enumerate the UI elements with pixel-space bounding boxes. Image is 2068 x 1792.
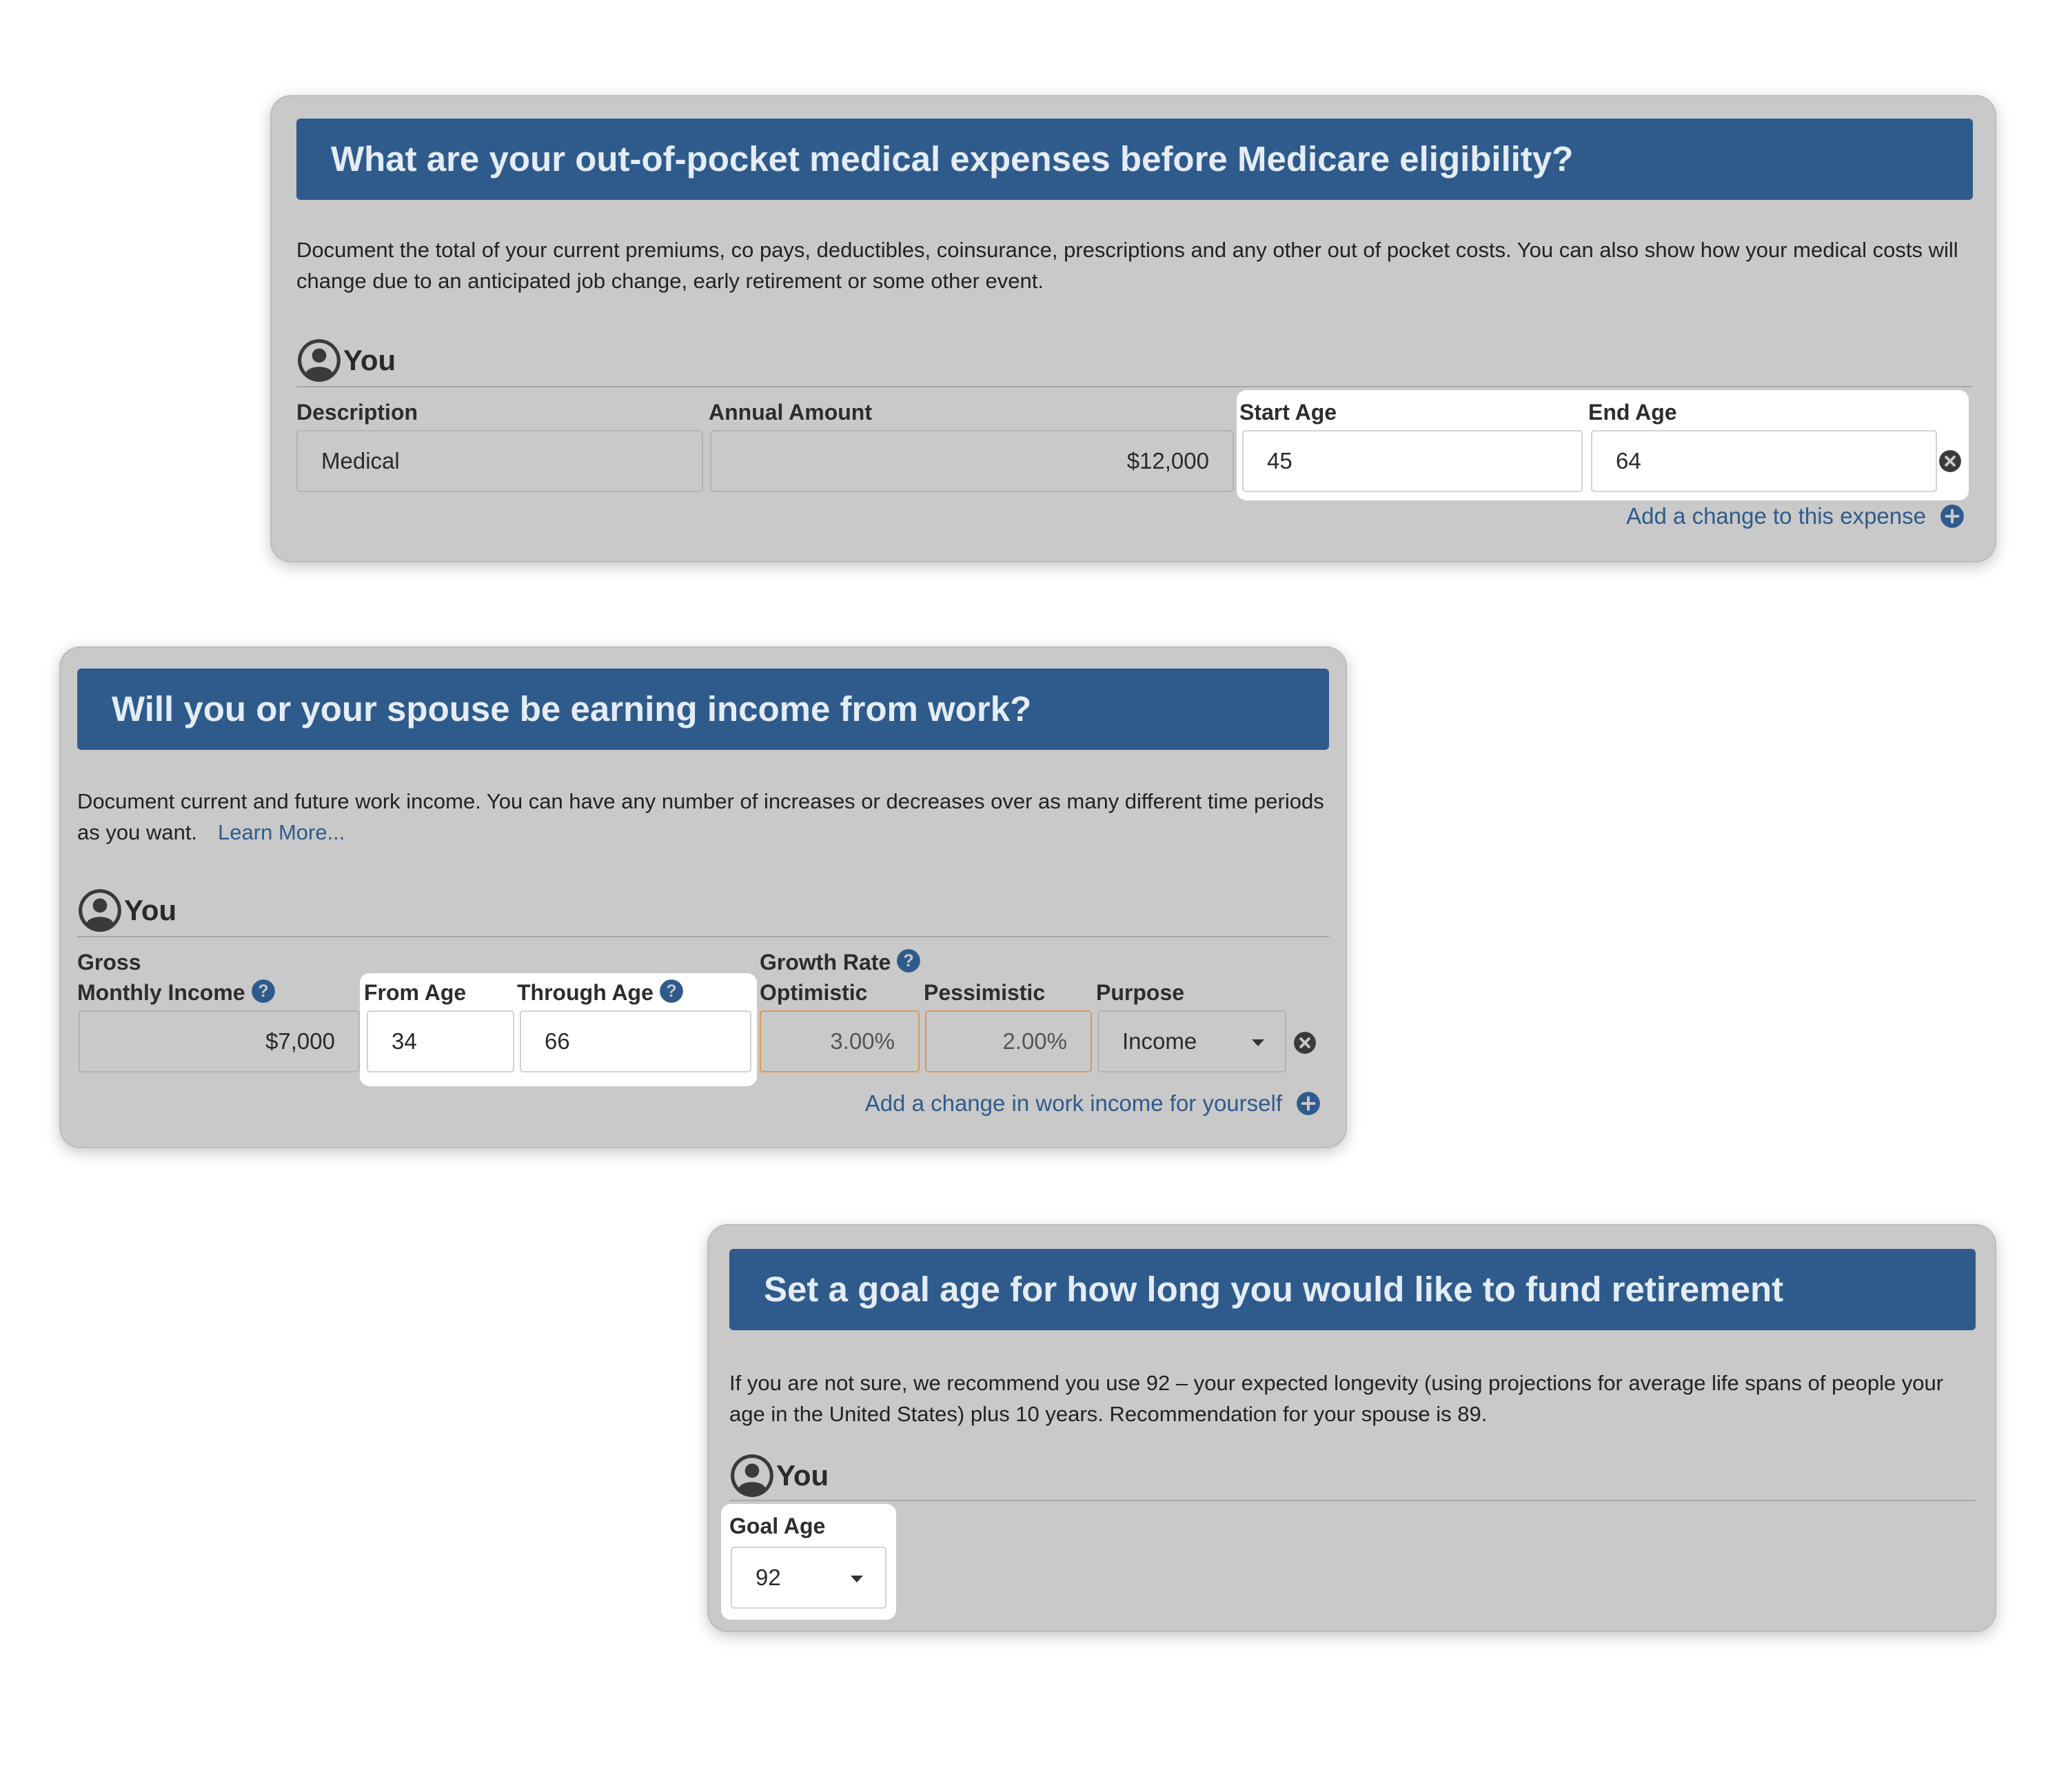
income-col-growth-rate: Growth Rate? [760, 947, 921, 977]
income-add-change-label: Add a change in work income for yourself [864, 1090, 1282, 1116]
medical-end-age-input[interactable]: 64 [1591, 430, 1937, 492]
work-income-card: Will you or your spouse be earning incom… [59, 646, 1347, 1148]
plus-circle-icon [1297, 1092, 1320, 1115]
through-age-input[interactable]: 66 [520, 1010, 751, 1072]
chevron-down-icon [851, 1576, 863, 1582]
medical-description-field[interactable]: Medical [296, 430, 703, 492]
medical-person-label: You [343, 344, 396, 376]
medical-add-change-link[interactable]: Add a change to this expense [1626, 503, 1965, 529]
goal-person-label: You [776, 1459, 829, 1491]
goal-divider [729, 1500, 1976, 1501]
remove-row-icon[interactable] [1293, 1031, 1317, 1055]
income-col-monthly-income: Monthly Income? [77, 977, 276, 1008]
medical-col-start-age: Start Age [1239, 400, 1337, 425]
goal-age-card: Set a goal age for how long you would li… [707, 1224, 1996, 1632]
goal-card-title: Set a goal age for how long you would li… [729, 1249, 1976, 1330]
income-person-label: You [124, 894, 177, 926]
monthly-income-field[interactable]: $7,000 [79, 1010, 360, 1072]
income-col-through-age-label: Through Age [517, 980, 653, 1005]
income-card-title: Will you or your spouse be earning incom… [77, 669, 1329, 750]
medical-add-change-label: Add a change to this expense [1626, 503, 1926, 529]
medical-description: Document the total of your current premi… [296, 238, 1958, 293]
medical-person-header: You [296, 338, 396, 383]
medical-expenses-card: What are your out-of-pocket medical expe… [270, 95, 1996, 562]
income-description: Document current and future work income.… [77, 786, 1339, 848]
purpose-select-value: Income [1122, 1028, 1197, 1054]
optimistic-rate-field[interactable]: 3.00% [760, 1010, 920, 1072]
income-col-purpose: Purpose [1096, 980, 1185, 1005]
chevron-down-icon [1252, 1039, 1264, 1046]
help-icon[interactable]: ? [659, 979, 684, 1004]
income-col-monthly-income-label: Monthly Income [77, 980, 245, 1005]
user-avatar-icon [79, 889, 121, 932]
income-col-pessimistic: Pessimistic [924, 980, 1046, 1005]
pessimistic-rate-field[interactable]: 2.00% [925, 1010, 1092, 1072]
medical-col-description: Description [296, 400, 418, 425]
income-divider [77, 936, 1329, 937]
medical-col-annual-amount: Annual Amount [709, 400, 872, 425]
income-col-from-age: From Age [364, 980, 467, 1005]
goal-age-label: Goal Age [729, 1514, 826, 1538]
svg-text:?: ? [666, 982, 676, 1001]
from-age-input[interactable]: 34 [367, 1010, 514, 1072]
svg-text:?: ? [258, 982, 268, 1001]
goal-person-header: You [729, 1453, 829, 1498]
income-add-change-link[interactable]: Add a change in work income for yourself [865, 1090, 1321, 1117]
income-col-through-age: Through Age? [517, 977, 684, 1008]
goal-age-select[interactable]: 92 [731, 1547, 886, 1609]
help-icon[interactable]: ? [896, 948, 921, 973]
learn-more-link[interactable]: Learn More... [218, 820, 345, 844]
svg-text:?: ? [904, 952, 914, 970]
income-col-growth-rate-label: Growth Rate [760, 950, 891, 975]
medical-start-age-input[interactable]: 45 [1242, 430, 1583, 492]
medical-annual-amount-field[interactable]: $12,000 [710, 430, 1234, 492]
goal-description: If you are not sure, we recommend you us… [729, 1371, 1944, 1426]
purpose-select[interactable]: Income [1097, 1010, 1286, 1072]
plus-circle-icon [1940, 505, 1964, 528]
income-col-gross: Gross [77, 950, 141, 975]
medical-card-title: What are your out-of-pocket medical expe… [296, 119, 1973, 200]
remove-row-icon[interactable] [1938, 449, 1962, 473]
income-person-header: You [77, 888, 176, 933]
goal-age-select-value: 92 [756, 1565, 781, 1590]
medical-divider [296, 386, 1973, 387]
income-col-optimistic: Optimistic [760, 980, 868, 1005]
user-avatar-icon [731, 1454, 773, 1497]
help-icon[interactable]: ? [251, 979, 276, 1004]
user-avatar-icon [298, 339, 341, 382]
medical-col-end-age: End Age [1588, 400, 1677, 425]
